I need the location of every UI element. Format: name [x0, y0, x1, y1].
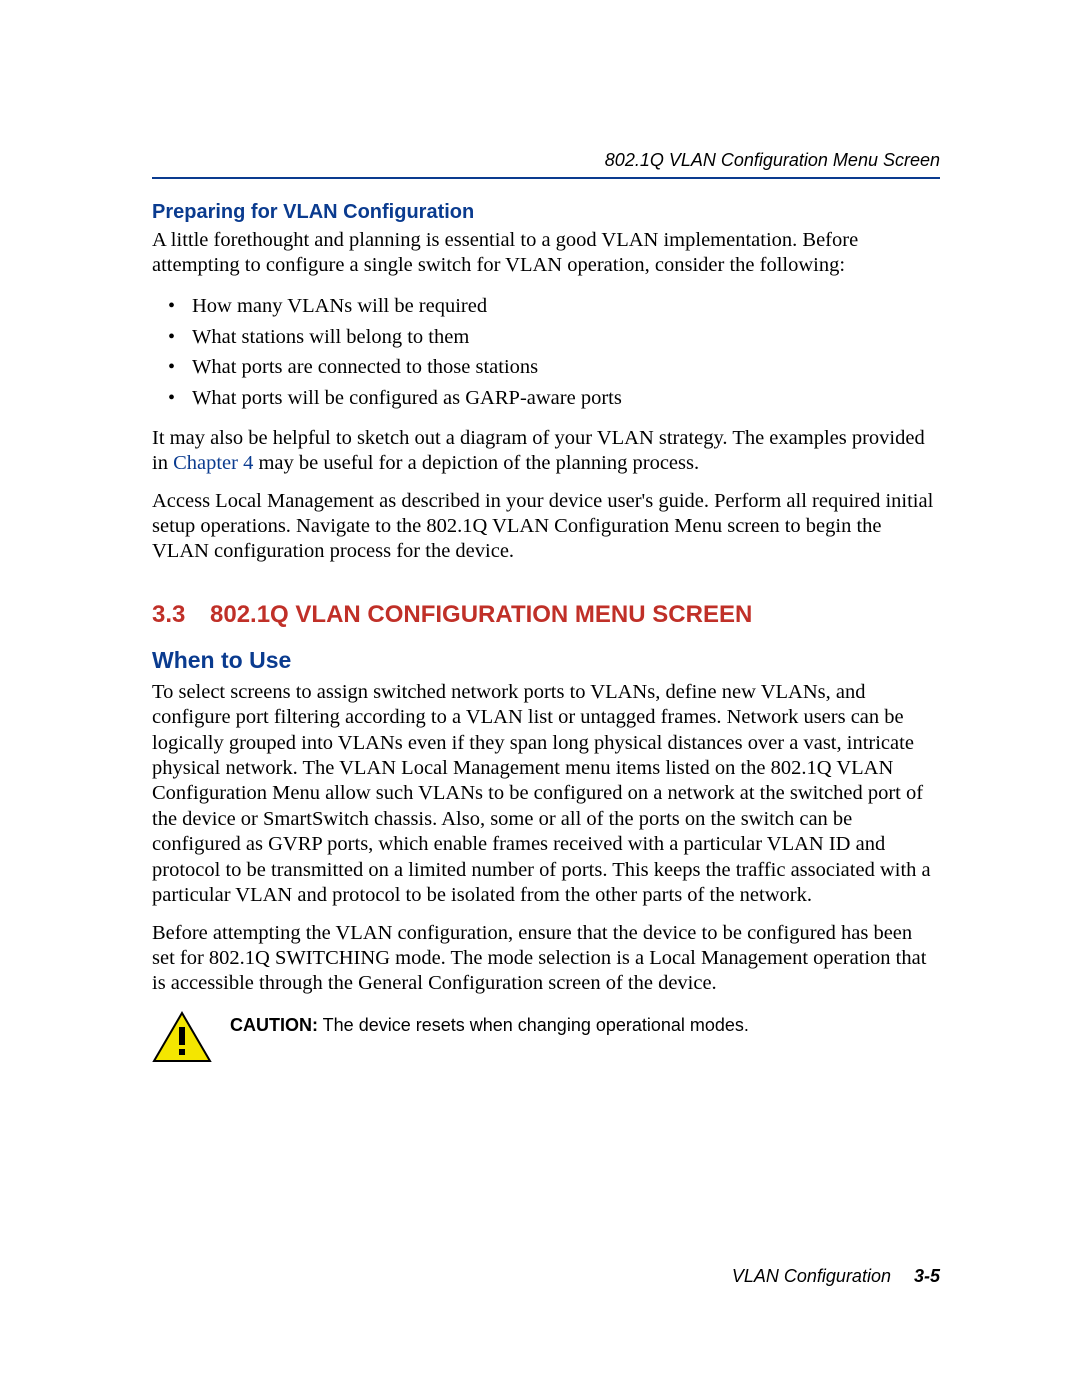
subheading-preparing: Preparing for VLAN Configuration: [152, 201, 940, 224]
when-para-1: To select screens to assign switched net…: [152, 680, 940, 909]
text-fragment: may be useful for a depiction of the pla…: [253, 452, 699, 474]
prep-bullet-list: How many VLANs will be required What sta…: [152, 291, 940, 414]
section-number: 3.3: [152, 601, 210, 629]
list-item: What ports are connected to those statio…: [152, 352, 940, 383]
prep-para-3: Access Local Management as described in …: [152, 489, 940, 565]
list-item: What stations will belong to them: [152, 322, 940, 353]
when-to-use-heading: When to Use: [152, 647, 940, 674]
caution-text: CAUTION: The device resets when changing…: [230, 1011, 749, 1036]
prep-intro-paragraph: A little forethought and planning is ess…: [152, 228, 940, 279]
chapter-4-link[interactable]: Chapter 4: [173, 452, 253, 474]
header-rule: [152, 177, 940, 179]
section-title: 802.1Q VLAN CONFIGURATION MENU SCREEN: [210, 601, 752, 628]
page: 802.1Q VLAN Configuration Menu Screen Pr…: [0, 0, 1080, 1397]
page-footer: VLAN Configuration 3-5: [732, 1266, 940, 1287]
caution-block: CAUTION: The device resets when changing…: [152, 1011, 940, 1065]
caution-icon: [152, 1011, 212, 1065]
footer-page-number: 3-5: [914, 1266, 940, 1286]
caution-message: The device resets when changing operatio…: [318, 1015, 749, 1035]
list-item: How many VLANs will be required: [152, 291, 940, 322]
running-header: 802.1Q VLAN Configuration Menu Screen: [152, 150, 940, 171]
prep-para-2: It may also be helpful to sketch out a d…: [152, 426, 940, 477]
footer-title: VLAN Configuration: [732, 1266, 891, 1286]
section-3-3-heading: 3.3802.1Q VLAN CONFIGURATION MENU SCREEN: [152, 601, 940, 629]
when-para-2: Before attempting the VLAN configuration…: [152, 921, 940, 997]
list-item: What ports will be configured as GARP-aw…: [152, 383, 940, 414]
caution-label: CAUTION:: [230, 1015, 318, 1035]
